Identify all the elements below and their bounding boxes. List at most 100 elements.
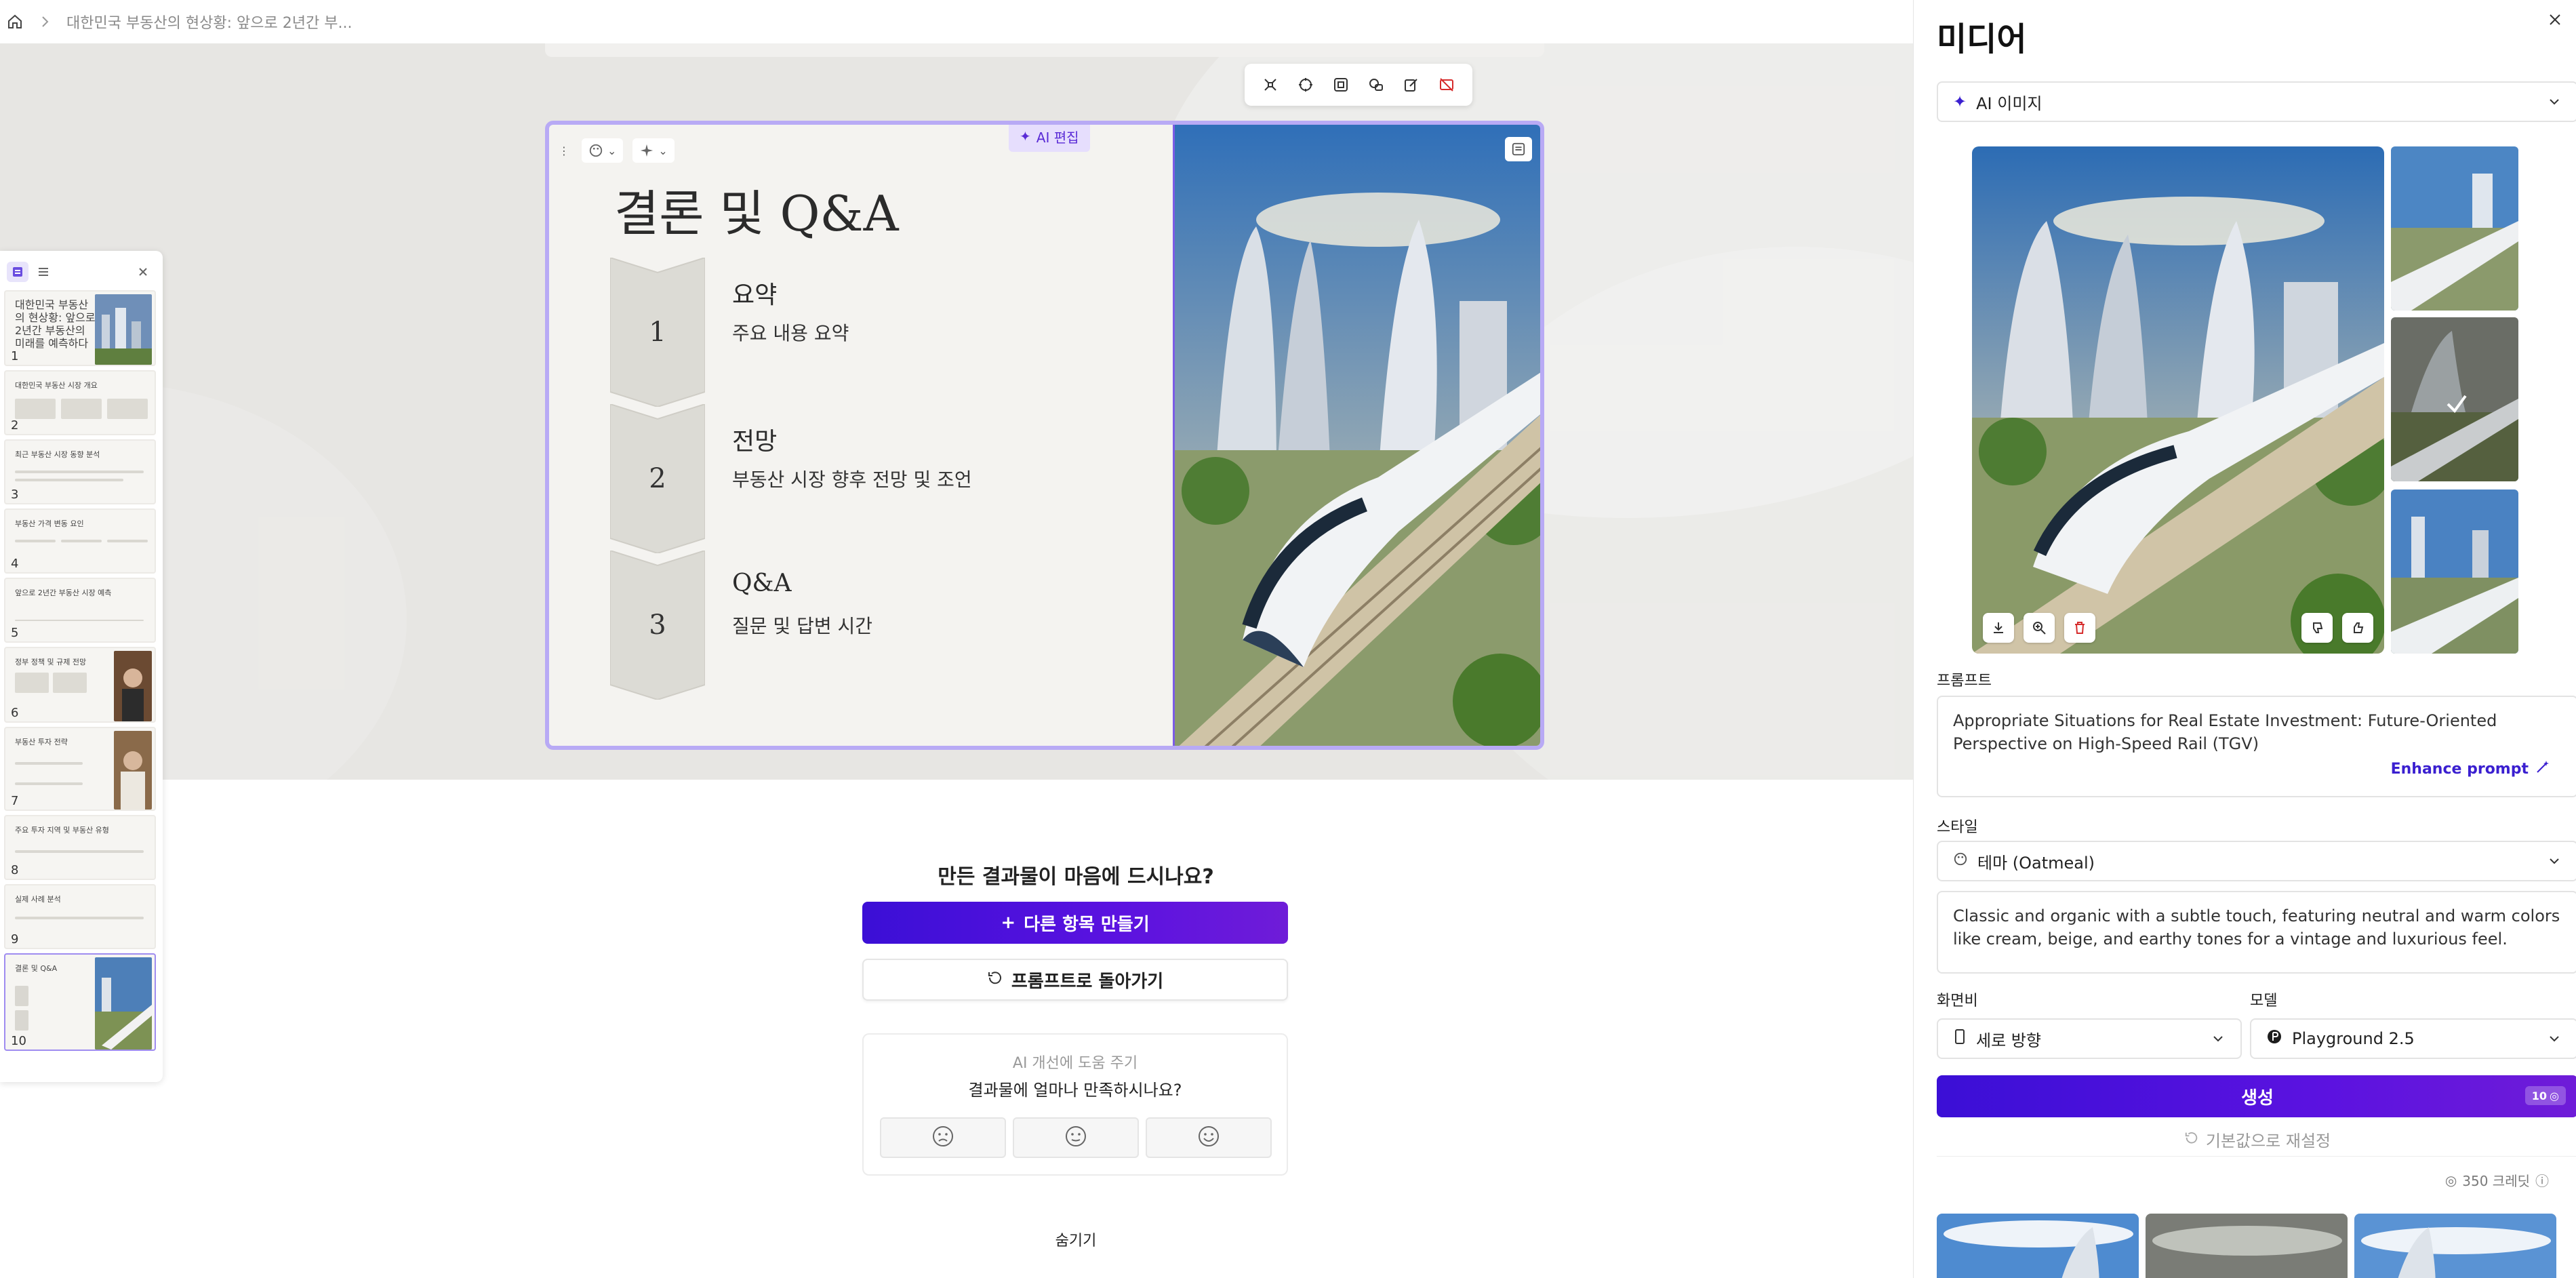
generate-label: 생성 [2241, 1087, 2274, 1109]
reset-defaults-button[interactable]: 기본값으로 재설정 [1937, 1123, 2576, 1157]
create-another-button[interactable]: + 다른 항목 만들기 [862, 902, 1288, 944]
previous-slide-edge[interactable] [545, 43, 1544, 57]
item-description[interactable]: 주요 내용 요약 [732, 319, 849, 346]
slide-thumbnail[interactable]: 대한민국 부동산의 현상황: 앞으로 2년간 부동산의 미래를 예측하다 1 [4, 290, 156, 366]
thumbnail-image [114, 731, 152, 810]
item-number-box: 1 [609, 256, 706, 408]
create-another-label: 다른 항목 만들기 [1024, 914, 1150, 935]
download-icon[interactable] [1983, 613, 2014, 643]
generated-image-option-selected[interactable] [2391, 317, 2518, 481]
model-label: 모델 [2250, 993, 2278, 1010]
previous-generation-thumbnail[interactable] [1937, 1214, 2139, 1278]
item-number: 3 [649, 610, 666, 641]
slide-thumbnail[interactable]: 실제 사례 분석 9 [4, 884, 156, 949]
close-icon[interactable] [134, 263, 152, 281]
generate-button[interactable]: 생성 10 ◎ [1937, 1075, 2576, 1117]
generated-image-selected[interactable] [1972, 146, 2384, 654]
crop-icon[interactable] [1258, 73, 1283, 97]
replace-image-icon[interactable] [1364, 73, 1388, 97]
slide-thumbnail[interactable]: 최근 부동산 시장 동향 분석 3 [4, 439, 156, 504]
delete-icon[interactable] [2064, 613, 2095, 643]
sparkle-icon: ✦ [1020, 128, 1031, 144]
thumbnail-title: 대한민국 부동산 시장 개요 [15, 381, 98, 390]
item-number-box: 3 [609, 549, 706, 701]
item-number: 2 [649, 463, 666, 494]
thumbs-down-icon[interactable] [2301, 613, 2333, 643]
thumbnail-number: 6 [11, 706, 19, 720]
magic-wand-icon [2535, 759, 2550, 778]
back-to-prompt-button[interactable]: 프롬프트로 돌아가기 [862, 959, 1288, 1001]
more-options-icon[interactable]: ⋮ [556, 138, 572, 163]
item-heading[interactable]: Q&A [732, 570, 792, 597]
style-value: 테마 (Oatmeal) [1977, 853, 2095, 873]
generate-cost-value: 10 [2531, 1089, 2548, 1102]
slide-thumbnail[interactable]: 정부 정책 및 규제 전망 6 [4, 647, 156, 723]
slide-title[interactable]: 결론 및 Q&A [614, 174, 899, 245]
chevron-down-icon [2547, 94, 2562, 109]
hide-link[interactable]: 숨기기 [861, 1229, 1291, 1250]
home-icon[interactable] [7, 14, 23, 30]
generated-image-option[interactable] [2391, 490, 2518, 654]
slide-image-toolbar [1245, 64, 1472, 106]
thumbnail-image [114, 651, 152, 721]
focus-icon[interactable] [1293, 73, 1318, 97]
slide-thumbnail[interactable]: 부동산 가격 변동 요인 4 [4, 508, 156, 574]
style-description-textarea[interactable]: Classic and organic with a subtle touch,… [1937, 891, 2576, 974]
item-description[interactable]: 부동산 시장 향후 전망 및 조언 [732, 465, 972, 492]
style-select[interactable]: 테마 (Oatmeal) [1937, 841, 2576, 881]
item-number: 1 [649, 317, 666, 348]
breadcrumb-title[interactable]: 대한민국 부동산의 현상황: 앞으로 2년간 부... [66, 11, 352, 33]
thumbnail-image [95, 957, 152, 1050]
image-options-icon[interactable] [1505, 137, 1532, 161]
thumbnail-title: 최근 부동산 시장 동향 분석 [15, 450, 100, 459]
sad-face-button[interactable] [880, 1117, 1006, 1158]
close-icon[interactable] [2545, 9, 2565, 30]
thumbnail-number: 4 [11, 557, 19, 571]
happy-face-button[interactable] [1146, 1117, 1272, 1158]
aspect-ratio-select[interactable]: 세로 방향 [1937, 1018, 2242, 1059]
zoom-in-icon[interactable] [2024, 613, 2055, 643]
slide-image-high-speed-train[interactable] [1173, 125, 1540, 746]
prompt-textarea[interactable]: Appropriate Situations for Real Estate I… [1937, 696, 2576, 797]
previous-generation-thumbnail[interactable] [2146, 1214, 2348, 1278]
thumbs-up-icon[interactable] [2342, 613, 2373, 643]
remove-image-icon[interactable] [1434, 73, 1459, 97]
chevron-down-icon [2547, 1031, 2562, 1046]
slide-canvas[interactable]: ⋮ ⌄ ⌄ ✦ AI 편집 결론 및 Q&A 1 요약 주요 내용 요약 2 전… [545, 121, 1544, 750]
thumbnail-number: 3 [11, 487, 19, 502]
previous-generation-thumbnail[interactable] [2354, 1214, 2556, 1278]
back-to-prompt-label: 프롬프트로 돌아가기 [1011, 971, 1164, 992]
chevron-right-icon [37, 14, 53, 30]
ai-sparkle-button[interactable]: ⌄ [632, 138, 675, 163]
item-description[interactable]: 질문 및 답변 시간 [732, 612, 872, 639]
theme-palette-button[interactable]: ⌄ [582, 138, 624, 163]
ai-edit-tag[interactable]: ✦ AI 편집 [1009, 125, 1090, 152]
item-heading[interactable]: 요약 [732, 275, 777, 311]
slide-thumbnail[interactable]: 부동산 투자 전략 7 [4, 727, 156, 811]
slide-thumbnail[interactable]: 대한민국 부동산 시장 개요 2 [4, 370, 156, 435]
slide-thumbnail[interactable]: 앞으로 2년간 부동산 시장 예측 5 [4, 578, 156, 643]
media-panel: 미디어 ✦ AI 이미지 프롬프트 Appropriate Situations… [1913, 0, 2576, 1278]
model-value: Playground 2.5 [2292, 1029, 2415, 1048]
top-bar: 대한민국 부동산의 현상황: 앞으로 2년간 부... [0, 0, 1913, 43]
info-icon[interactable]: ⓘ [2535, 1170, 2549, 1190]
help-improve-text: AI 개선에 도움 주기 [1012, 1055, 1138, 1072]
slide-thumbnail-active[interactable]: 결론 및 Q&A 10 [4, 953, 156, 1051]
list-view-icon[interactable] [33, 262, 54, 282]
enhance-prompt-button[interactable]: Enhance prompt [2391, 759, 2550, 778]
slide-thumbnail[interactable]: 주요 투자 지역 및 부동산 유형 8 [4, 815, 156, 880]
grid-view-icon[interactable] [7, 262, 28, 282]
generated-image-option[interactable] [2391, 146, 2518, 311]
slide-mini-toolbar: ⋮ ⌄ ⌄ [556, 138, 675, 163]
edit-icon[interactable] [1399, 73, 1424, 97]
fit-icon[interactable] [1329, 73, 1353, 97]
credit-icon: ◎ [2444, 1172, 2457, 1189]
thumbnail-number: 1 [11, 349, 19, 363]
item-heading[interactable]: 전망 [732, 422, 777, 457]
model-select[interactable]: Playground 2.5 [2250, 1018, 2576, 1059]
neutral-face-button[interactable] [1013, 1117, 1139, 1158]
chevron-down-icon: ⌄ [607, 144, 617, 157]
media-source-select[interactable]: ✦ AI 이미지 [1937, 81, 2576, 122]
thumbnail-image [95, 294, 152, 365]
chevron-down-icon: ⌄ [658, 144, 668, 157]
